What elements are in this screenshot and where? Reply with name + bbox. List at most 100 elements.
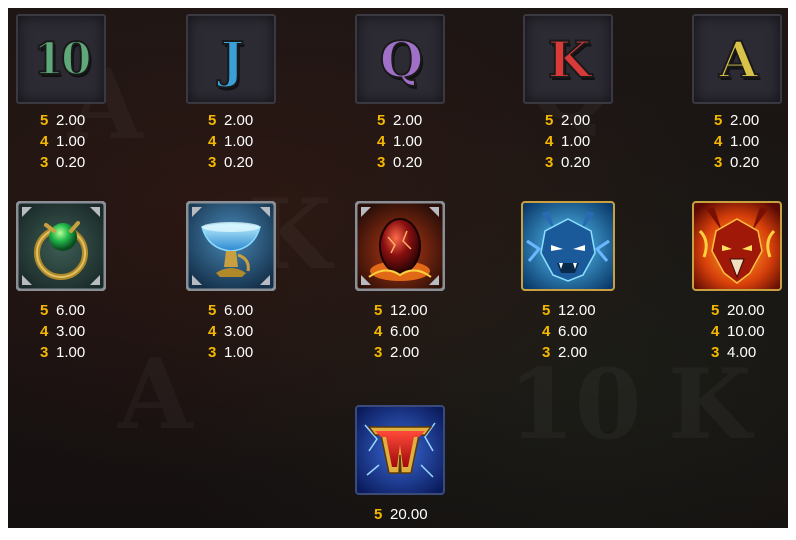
pay-value: 1.00 — [224, 344, 254, 361]
ten-symbol-label: 10 — [32, 33, 92, 86]
pay-count: 5 — [545, 112, 554, 129]
pay-count: 5 — [208, 112, 217, 129]
pay-row: 5 2.00 — [714, 110, 759, 131]
pay-row: 4 1.00 — [714, 131, 759, 152]
pay-count: 4 — [545, 133, 554, 150]
queen-symbol-label: Q — [379, 29, 425, 90]
pay-count: 3 — [711, 344, 720, 361]
pay-row: 3 4.00 — [711, 342, 765, 363]
wild-icon: W — [355, 405, 445, 495]
pay-count: 5 — [40, 112, 49, 129]
wild-paytable: 5 20.00 — [374, 504, 428, 525]
pay-row: 3 0.20 — [545, 152, 590, 173]
pay-count: 4 — [208, 133, 217, 150]
pay-count: 5 — [40, 302, 49, 319]
pay-count: 3 — [40, 344, 49, 361]
pay-count: 3 — [374, 344, 383, 361]
pay-count: 5 — [377, 112, 386, 129]
pay-value: 12.00 — [558, 302, 596, 319]
pay-value: 1.00 — [56, 344, 86, 361]
green-amulet-paytable: 5 6.00 4 3.00 3 1.00 — [40, 300, 85, 363]
dragon-egg-icon — [355, 201, 445, 291]
pay-count: 5 — [374, 506, 383, 523]
pay-row: 4 10.00 — [711, 321, 765, 342]
jack-symbol-label: J — [220, 29, 246, 90]
ten-paytable: 5 2.00 4 1.00 3 0.20 — [40, 110, 85, 173]
pay-value: 1.00 — [730, 133, 760, 150]
pay-value: 1.00 — [224, 133, 254, 150]
pay-count: 3 — [208, 154, 217, 171]
pay-value: 4.00 — [727, 344, 757, 361]
background-reel-art: 10 — [508, 348, 642, 461]
pay-count: 3 — [40, 154, 49, 171]
ten-symbol-icon: 10 — [16, 14, 106, 104]
pay-row: 5 20.00 — [374, 504, 428, 525]
ace-paytable: 5 2.00 4 1.00 3 0.20 — [714, 110, 759, 173]
pay-value: 10.00 — [727, 323, 765, 340]
pay-value: 2.00 — [393, 112, 423, 129]
pay-row: 5 2.00 — [377, 110, 422, 131]
pay-count: 4 — [40, 323, 49, 340]
pay-row: 3 1.00 — [208, 342, 253, 363]
king-symbol-label: K — [547, 29, 592, 90]
pay-count: 4 — [208, 323, 217, 340]
pay-count: 4 — [374, 323, 383, 340]
blue-chalice-icon — [186, 201, 276, 291]
pay-count: 5 — [711, 302, 720, 319]
ace-symbol-label: A — [718, 29, 759, 90]
pay-row: 3 2.00 — [374, 342, 428, 363]
pay-count: 4 — [714, 133, 723, 150]
pay-row: 4 6.00 — [542, 321, 596, 342]
pay-row: 5 12.00 — [542, 300, 596, 321]
pay-value: 0.20 — [393, 154, 423, 171]
pay-count: 4 — [711, 323, 720, 340]
pay-count: 3 — [542, 344, 551, 361]
wild-symbol-label: W — [355, 495, 356, 496]
pay-row: 3 0.20 — [714, 152, 759, 173]
pay-row: 3 1.00 — [40, 342, 85, 363]
pay-value: 3.00 — [56, 323, 86, 340]
king-paytable: 5 2.00 4 1.00 3 0.20 — [545, 110, 590, 173]
queen-symbol-icon: Q — [355, 14, 445, 104]
fire-dragon-paytable: 5 20.00 4 10.00 3 4.00 — [711, 300, 765, 363]
pay-row: 4 3.00 — [208, 321, 253, 342]
ace-symbol-icon: A — [692, 14, 782, 104]
dragon-egg-paytable: 5 12.00 4 6.00 3 2.00 — [374, 300, 428, 363]
pay-row: 5 2.00 — [545, 110, 590, 131]
pay-row: 5 12.00 — [374, 300, 428, 321]
king-symbol-icon: K — [523, 14, 613, 104]
pay-value: 6.00 — [56, 302, 86, 319]
pay-row: 4 1.00 — [208, 131, 253, 152]
blue-dragon-icon — [521, 201, 615, 291]
pay-value: 2.00 — [730, 112, 760, 129]
background-reel-art: K — [668, 348, 751, 461]
pay-count: 5 — [714, 112, 723, 129]
background-reel-art: A — [118, 338, 192, 451]
pay-row: 3 0.20 — [377, 152, 422, 173]
pay-value: 6.00 — [558, 323, 588, 340]
pay-row: 3 0.20 — [40, 152, 85, 173]
pay-value: 20.00 — [390, 506, 428, 523]
pay-count: 5 — [542, 302, 551, 319]
pay-value: 2.00 — [561, 112, 591, 129]
green-gem-amulet-icon — [16, 201, 106, 291]
queen-paytable: 5 2.00 4 1.00 3 0.20 — [377, 110, 422, 173]
pay-value: 3.00 — [224, 323, 254, 340]
jack-paytable: 5 2.00 4 1.00 3 0.20 — [208, 110, 253, 173]
pay-row: 4 1.00 — [40, 131, 85, 152]
pay-value: 0.20 — [224, 154, 254, 171]
pay-count: 4 — [542, 323, 551, 340]
pay-row: 4 1.00 — [545, 131, 590, 152]
paytable-panel: A K Q A 10 K 10 52.00 41.00 30.20 J 52.0… — [8, 8, 788, 528]
pay-value: 20.00 — [727, 302, 765, 319]
pay-row: 5 6.00 — [40, 300, 85, 321]
pay-value: 1.00 — [561, 133, 591, 150]
pay-row: 4 1.00 — [377, 131, 422, 152]
pay-value: 2.00 — [224, 112, 254, 129]
pay-value: 12.00 — [390, 302, 428, 319]
pay-value: 1.00 — [56, 133, 86, 150]
pay-value: 2.00 — [390, 344, 420, 361]
fire-dragon-icon — [692, 201, 782, 291]
pay-count: 3 — [208, 344, 217, 361]
pay-value: 6.00 — [390, 323, 420, 340]
